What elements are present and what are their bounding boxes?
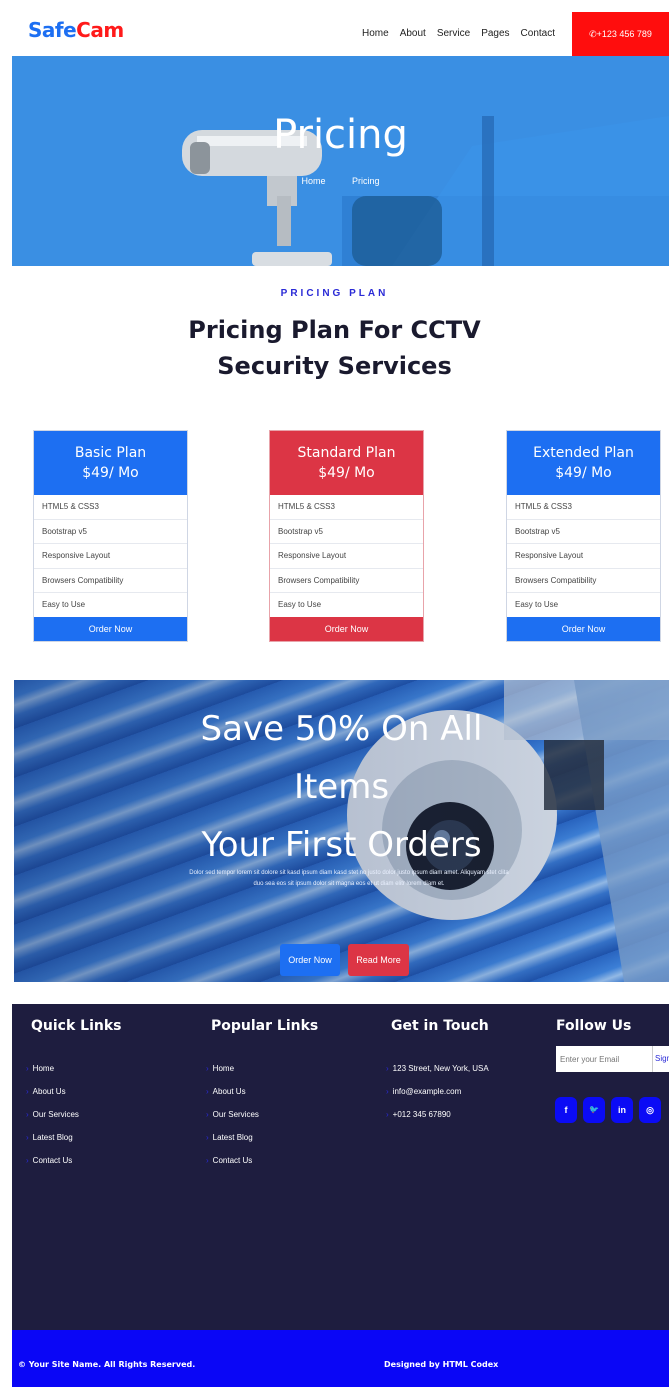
facebook-icon[interactable]: f (555, 1097, 577, 1123)
breadcrumb: Home Pricing (12, 176, 669, 186)
plan-feature: Bootstrap v5 (507, 520, 660, 545)
footer-popular-links: Home About Us Our Services Latest Blog C… (206, 1062, 259, 1177)
plan-feature: Browsers Compatibility (270, 569, 423, 594)
plan-feature: Responsive Layout (507, 544, 660, 569)
promo-title-line2: Items (293, 767, 390, 807)
footer-link[interactable]: Home (26, 1062, 79, 1085)
plan-feature: HTML5 & CSS3 (507, 495, 660, 520)
footer-follow-title: Follow Us (556, 1018, 632, 1034)
page-title: Pricing (273, 112, 408, 158)
footer-link[interactable]: About Us (206, 1085, 259, 1108)
footer-quick-links-title: Quick Links (31, 1018, 122, 1034)
section-title-line1: Pricing Plan For CCTV (188, 316, 481, 344)
navbar: SafeCam Home About Service Pages Contact… (0, 0, 669, 56)
promo-banner: Save 50% On All Items Your First Orders … (14, 680, 669, 982)
footer-link[interactable]: Contact Us (26, 1154, 79, 1177)
plan-header: Extended Plan $49/ Mo (507, 431, 660, 495)
newsletter-email-input[interactable] (556, 1046, 652, 1072)
promo-read-more-button[interactable]: Read More (348, 944, 409, 976)
designed-by-text[interactable]: Designed by HTML Codex (384, 1360, 498, 1369)
footer-address: 123 Street, New York, USA (386, 1062, 489, 1085)
nav-item-home[interactable]: Home (362, 28, 389, 39)
footer-link[interactable]: Latest Blog (26, 1131, 79, 1154)
plan-card-extended: Extended Plan $49/ Mo HTML5 & CSS3 Boots… (506, 430, 661, 642)
plan-card-basic: Basic Plan $49/ Mo HTML5 & CSS3 Bootstra… (33, 430, 188, 642)
nav-item-contact[interactable]: Contact (521, 28, 555, 39)
promo-title: Save 50% On All Items Your First Orders (14, 700, 669, 874)
plan-name: Extended Plan (533, 445, 634, 461)
phone-button[interactable]: ✆+123 456 789 (572, 12, 669, 56)
breadcrumb-current: Pricing (352, 176, 380, 186)
footer-link[interactable]: Home (206, 1062, 259, 1085)
plan-feature: Responsive Layout (34, 544, 187, 569)
plan-feature: Bootstrap v5 (270, 520, 423, 545)
order-now-button[interactable]: Order Now (34, 617, 187, 641)
plan-features: HTML5 & CSS3 Bootstrap v5 Responsive Lay… (270, 495, 423, 618)
footer-phone[interactable]: +012 345 67890 (386, 1108, 489, 1131)
newsletter-signup-button[interactable]: Sign Up (652, 1046, 669, 1072)
promo-title-line3: Your First Orders (201, 825, 482, 865)
promo-title-line1: Save 50% On All (200, 709, 483, 749)
nav-menu: Home About Service Pages Contact (362, 28, 555, 39)
brand-logo[interactable]: SafeCam (28, 18, 124, 42)
footer-link[interactable]: About Us (26, 1085, 79, 1108)
plan-feature: Easy to Use (270, 593, 423, 618)
section-title-line2: Security Services (217, 352, 452, 380)
copyright-text: © Your Site Name. All Rights Reserved. (18, 1360, 196, 1369)
plan-features: HTML5 & CSS3 Bootstrap v5 Responsive Lay… (507, 495, 660, 618)
newsletter-form: Sign Up (556, 1046, 669, 1072)
twitter-icon[interactable]: 🐦 (583, 1097, 605, 1123)
linkedin-icon[interactable]: in (611, 1097, 633, 1123)
copyright-bar (12, 1330, 669, 1387)
promo-description: Dolor sed tempor lorem sit dolore sit ka… (189, 870, 509, 887)
footer-email[interactable]: info@example.com (386, 1085, 489, 1108)
plan-card-standard: Standard Plan $49/ Mo HTML5 & CSS3 Boots… (269, 430, 424, 642)
plan-feature: HTML5 & CSS3 (34, 495, 187, 520)
footer-link[interactable]: Our Services (206, 1108, 259, 1131)
plan-features: HTML5 & CSS3 Bootstrap v5 Responsive Lay… (34, 495, 187, 618)
plan-feature: Responsive Layout (270, 544, 423, 569)
promo-order-now-button[interactable]: Order Now (280, 944, 340, 976)
plan-header: Standard Plan $49/ Mo (270, 431, 423, 495)
brand-part1: Safe (28, 18, 77, 42)
order-now-button[interactable]: Order Now (507, 617, 660, 641)
plan-price: $49/ Mo (318, 465, 375, 481)
footer-contact-list: 123 Street, New York, USA info@example.c… (386, 1062, 489, 1131)
footer-link[interactable]: Contact Us (206, 1154, 259, 1177)
plan-feature: Browsers Compatibility (507, 569, 660, 594)
footer-contact-title: Get in Touch (391, 1018, 489, 1034)
plan-name: Standard Plan (297, 445, 396, 461)
section-title: Pricing Plan For CCTV Security Services (0, 312, 669, 384)
plan-feature: Browsers Compatibility (34, 569, 187, 594)
plan-price: $49/ Mo (82, 465, 139, 481)
footer-quick-links: Home About Us Our Services Latest Blog C… (26, 1062, 79, 1177)
breadcrumb-home[interactable]: Home (301, 176, 325, 186)
nav-item-service[interactable]: Service (437, 28, 470, 39)
plan-feature: Easy to Use (34, 593, 187, 618)
plan-price: $49/ Mo (555, 465, 612, 481)
plan-feature: HTML5 & CSS3 (270, 495, 423, 520)
nav-item-about[interactable]: About (400, 28, 426, 39)
plan-feature: Bootstrap v5 (34, 520, 187, 545)
cctv-camera-illustration (12, 56, 669, 266)
footer-link[interactable]: Our Services (26, 1108, 79, 1131)
plan-name: Basic Plan (74, 445, 147, 461)
section-tag: PRICING PLAN (280, 288, 389, 299)
plan-feature: Easy to Use (507, 593, 660, 618)
order-now-button[interactable]: Order Now (270, 617, 423, 641)
nav-item-pages[interactable]: Pages (481, 28, 509, 39)
brand-part2: Cam (76, 18, 124, 42)
instagram-icon[interactable]: ◎ (639, 1097, 661, 1123)
footer-popular-links-title: Popular Links (211, 1018, 319, 1034)
footer-link[interactable]: Latest Blog (206, 1131, 259, 1154)
plan-header: Basic Plan $49/ Mo (34, 431, 187, 495)
hero-banner: Pricing Home Pricing (12, 56, 669, 266)
